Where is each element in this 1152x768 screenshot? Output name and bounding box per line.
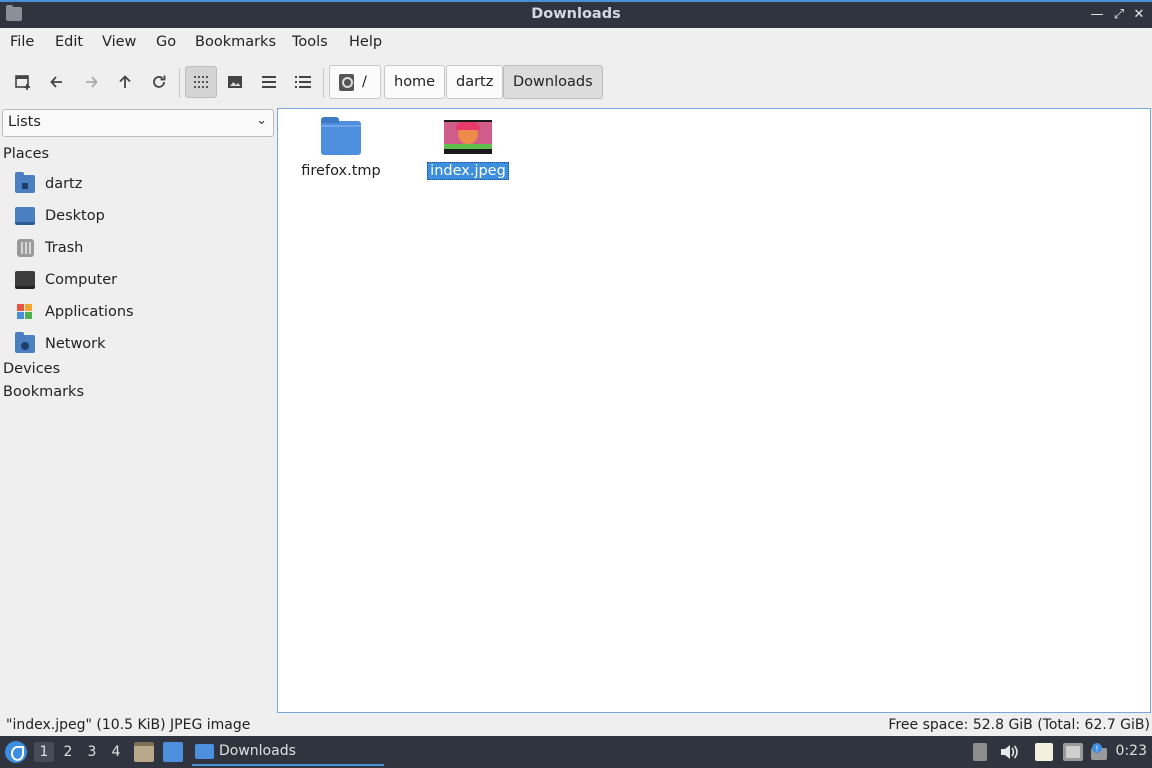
status-bar: "index.jpeg" (10.5 KiB) JPEG image Free … xyxy=(0,714,1152,736)
folder-icon xyxy=(321,117,361,155)
breadcrumb-dartz[interactable]: dartz xyxy=(446,65,504,99)
reload-icon xyxy=(153,75,166,88)
thumbnail-view-button[interactable] xyxy=(219,66,251,98)
file-item-index-jpeg[interactable]: index.jpeg xyxy=(413,109,523,180)
sidebar-item-trash[interactable]: Trash xyxy=(15,235,270,261)
task-label: Downloads xyxy=(219,743,296,759)
breadcrumb-dartz-label: dartz xyxy=(456,74,494,90)
sidebar-item-label: dartz xyxy=(45,176,83,192)
sidebar-mode-label: Lists xyxy=(8,114,41,130)
selection-status: "index.jpeg" (10.5 KiB) JPEG image xyxy=(6,717,251,733)
toolbar-separator xyxy=(323,68,324,98)
folder-icon xyxy=(195,743,214,759)
menu-bar: File Edit View Go Bookmarks Tools Help xyxy=(0,28,1152,58)
desktop-icon xyxy=(15,207,35,225)
eject-icon[interactable] xyxy=(973,743,987,761)
sidebar-item-applications[interactable]: Applications xyxy=(15,299,270,325)
file-name: firefox.tmp xyxy=(301,163,381,179)
new-tab-icon xyxy=(15,75,30,90)
network-icon xyxy=(15,332,35,353)
detailed-list-icon xyxy=(295,76,311,88)
sidebar-item-network[interactable]: Network xyxy=(15,331,270,357)
sidebar: Lists ⌄ Places dartz Desktop Trash Compu… xyxy=(0,106,276,714)
detailed-view-button[interactable] xyxy=(287,66,319,98)
image-icon xyxy=(228,76,242,88)
menu-edit[interactable]: Edit xyxy=(55,34,83,50)
sidebar-mode-select[interactable]: Lists ⌄ xyxy=(2,109,274,137)
volume-icon[interactable] xyxy=(999,743,1019,761)
home-folder-icon xyxy=(15,172,35,193)
breadcrumb-downloads-label: Downloads xyxy=(513,74,593,90)
menu-file[interactable]: File xyxy=(10,34,34,50)
show-desktop-icon[interactable] xyxy=(163,742,183,762)
breadcrumb-home-label: home xyxy=(394,74,436,90)
breadcrumb-home[interactable]: home xyxy=(384,65,446,99)
minimize-icon[interactable]: — xyxy=(1089,6,1105,24)
new-tab-button[interactable] xyxy=(7,66,39,98)
bookmarks-header[interactable]: Bookmarks xyxy=(3,384,84,400)
file-name: index.jpeg xyxy=(427,162,509,180)
sidebar-item-computer[interactable]: Computer xyxy=(15,267,270,293)
file-item-firefox-tmp[interactable]: firefox.tmp xyxy=(286,109,396,179)
sidebar-item-label: Trash xyxy=(45,240,84,256)
notification-icon[interactable]: ! xyxy=(1090,743,1110,761)
toolbar-separator xyxy=(179,68,180,98)
arrow-left-icon xyxy=(50,76,62,88)
trash-icon xyxy=(17,239,34,257)
compact-view-button[interactable] xyxy=(253,66,285,98)
workspace-1[interactable]: 1 xyxy=(34,742,54,762)
sidebar-item-dartz[interactable]: dartz xyxy=(15,171,270,197)
breadcrumb-downloads[interactable]: Downloads xyxy=(503,65,603,99)
computer-icon xyxy=(15,271,35,289)
reload-button[interactable] xyxy=(143,66,175,98)
places-header[interactable]: Places xyxy=(3,146,49,162)
chevron-down-icon: ⌄ xyxy=(256,113,267,128)
list-icon xyxy=(262,76,276,88)
window-title: Downloads xyxy=(531,6,621,22)
sidebar-item-label: Desktop xyxy=(45,208,105,224)
file-view[interactable]: firefox.tmp index.jpeg xyxy=(277,108,1151,713)
workspace-4[interactable]: 4 xyxy=(106,742,126,762)
maximize-icon[interactable]: ⤢ xyxy=(1111,6,1127,24)
toolbar: / home dartz Downloads xyxy=(0,58,1152,106)
arrow-right-icon xyxy=(86,76,98,88)
grid-icon xyxy=(194,76,208,88)
free-space-status: Free space: 52.8 GiB (Total: 62.7 GiB) xyxy=(888,717,1150,733)
window-titlebar: Downloads — ⤢ ✕ xyxy=(0,0,1152,28)
sidebar-item-label: Applications xyxy=(45,304,134,320)
forward-button[interactable] xyxy=(75,66,107,98)
menu-bookmarks[interactable]: Bookmarks xyxy=(195,34,276,50)
menu-go[interactable]: Go xyxy=(156,34,176,50)
network-status-icon[interactable] xyxy=(1063,743,1083,761)
taskbar: 1 2 3 4 Downloads ! 0:23 xyxy=(0,736,1152,768)
svg-text:!: ! xyxy=(1095,745,1098,754)
devices-header[interactable]: Devices xyxy=(3,361,60,377)
up-button[interactable] xyxy=(109,66,141,98)
start-menu-icon[interactable] xyxy=(5,741,27,763)
sidebar-item-label: Network xyxy=(45,336,106,352)
drive-icon xyxy=(339,73,354,91)
applications-icon xyxy=(15,303,35,321)
breadcrumb-root-label: / xyxy=(362,74,367,90)
clipboard-icon[interactable] xyxy=(1035,743,1053,761)
taskbar-task-downloads[interactable]: Downloads xyxy=(192,738,384,766)
close-icon[interactable]: ✕ xyxy=(1131,6,1147,24)
menu-tools[interactable]: Tools xyxy=(292,34,328,50)
sidebar-item-label: Computer xyxy=(45,272,118,288)
icon-view-button[interactable] xyxy=(185,66,217,98)
workspace-3[interactable]: 3 xyxy=(82,742,102,762)
back-button[interactable] xyxy=(41,66,73,98)
image-thumbnail xyxy=(444,120,492,154)
arrow-up-icon xyxy=(119,75,131,88)
menu-view[interactable]: View xyxy=(102,34,136,50)
menu-help[interactable]: Help xyxy=(349,34,382,50)
file-manager-launcher-icon[interactable] xyxy=(134,742,154,762)
workspace-2[interactable]: 2 xyxy=(58,742,78,762)
breadcrumb-root[interactable]: / xyxy=(329,65,381,99)
clock: 0:23 xyxy=(1115,743,1147,759)
sidebar-item-desktop[interactable]: Desktop xyxy=(15,203,270,229)
